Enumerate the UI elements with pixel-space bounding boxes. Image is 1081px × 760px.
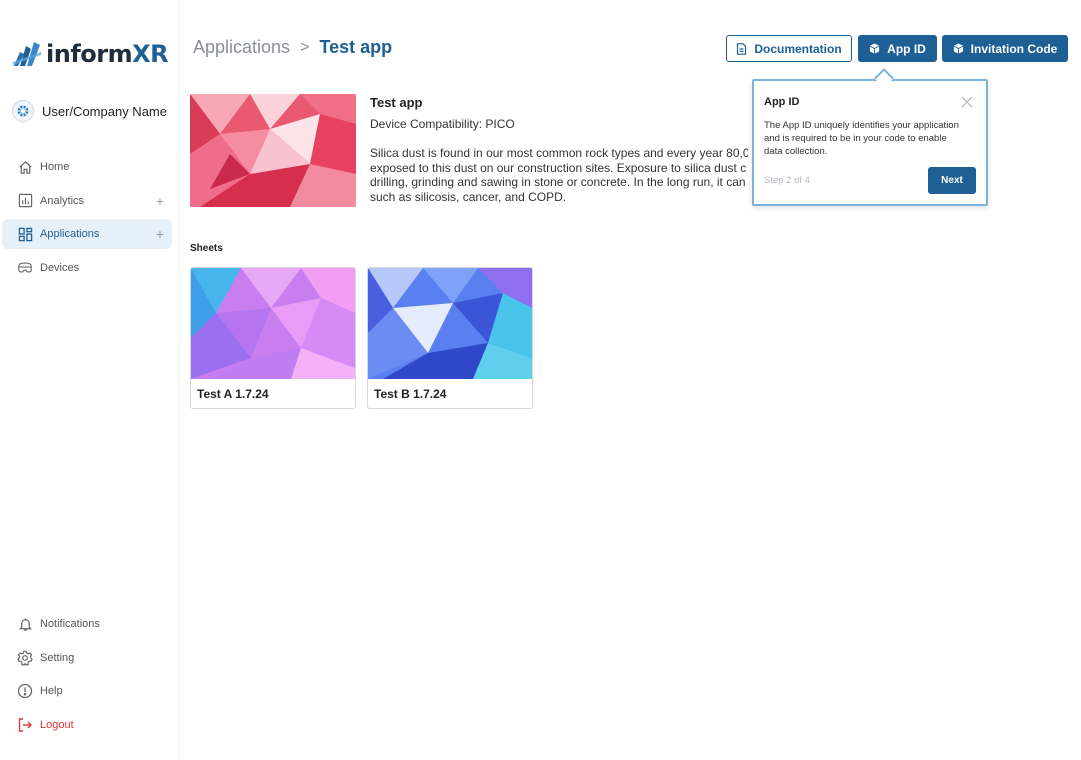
brand-logo[interactable]: informXR [12,40,169,68]
sheet-card[interactable]: Test A 1.7.24 [190,267,356,409]
cube-icon [953,43,964,54]
sheet-thumbnail [368,268,532,379]
app-id-button[interactable]: App ID [858,35,937,62]
sidebar-item-label: Analytics [40,194,85,207]
description-line: drilling, grinding and sawing in stone o… [370,175,746,189]
sidebar-item-home[interactable]: Home [2,152,172,182]
sidebar-item-label: Logout [40,718,74,731]
description-line: such as silicosis, cancer, and COPD. [370,189,567,204]
breadcrumb-applications-link[interactable]: Applications [193,37,290,58]
sidebar-item-label: Notifications [40,618,100,630]
breadcrumb: Applications > Test app [193,37,392,58]
popover-title: App ID [764,96,800,108]
next-button[interactable]: Next [928,167,976,194]
expand-applications-icon[interactable]: + [156,226,164,242]
popover-step-indicator: Step 2 of 4 [764,175,810,186]
document-icon [736,42,747,55]
help-icon [17,683,33,699]
sidebar-item-label: Help [40,685,63,697]
page-title: Test app [319,37,393,57]
sidebar-item-notifications[interactable]: Notifications [2,609,172,639]
popover-body: The App ID uniquely identifies your appl… [764,120,959,157]
sheet-thumbnail [191,268,355,379]
brand-name: informXR [46,40,169,68]
home-icon [17,159,33,175]
app-id-button-label: App ID [887,41,926,56]
documentation-button-label: Documentation [754,41,842,56]
sidebar-item-setting[interactable]: Setting [2,643,172,673]
description-line: Silica dust is found in our most common … [370,146,748,160]
description-line: exposed to this dust on our construction… [370,160,747,175]
device-compatibility: Device Compatibility: PICO [370,117,515,131]
devices-icon [17,260,33,276]
sidebar: informXR User/Company Name Home Analytic… [0,0,180,760]
documentation-button[interactable]: Documentation [726,35,852,62]
app-title: Test app [370,95,423,110]
sidebar-item-label: Setting [40,651,75,664]
analytics-icon [17,193,33,209]
user-profile[interactable]: User/Company Name [12,100,167,122]
logout-icon [17,717,33,733]
avatar [12,100,34,122]
sheets-heading: Sheets [190,243,223,254]
bottom-nav: Notifications Setting Help Logout [2,609,172,743]
close-icon[interactable] [960,95,974,109]
informxr-logo-icon [13,42,41,66]
sidebar-item-devices[interactable]: Devices [2,253,172,283]
sheet-card-title: Test A 1.7.24 [197,387,269,401]
sidebar-item-logout[interactable]: Logout [2,710,172,740]
breadcrumb-separator: > [300,38,310,56]
gear-icon [17,650,33,666]
user-name: User/Company Name [42,103,167,119]
sheet-card[interactable]: Test B 1.7.24 [367,267,533,409]
sidebar-item-label: Applications [40,228,100,240]
app-description: Silica dust is found in our most common … [370,146,748,204]
sidebar-item-label: Devices [40,261,80,274]
sheet-card-title: Test B 1.7.24 [374,387,447,401]
sidebar-item-label: Home [40,161,70,173]
sidebar-item-help[interactable]: Help [2,676,172,706]
app-id-tour-popover: App ID The App ID uniquely identifies yo… [752,79,988,206]
applications-icon [17,226,33,242]
app-cover-image [190,94,356,207]
sidebar-item-applications[interactable]: Applications + [2,219,172,249]
bell-icon [17,616,33,632]
expand-analytics-icon[interactable]: + [156,193,164,209]
main-nav: Home Analytics + Applications + Devices [2,152,172,286]
invitation-code-button-label: Invitation Code [970,41,1058,56]
company-avatar-icon [17,105,29,117]
cube-icon [869,43,880,54]
sidebar-item-analytics[interactable]: Analytics + [2,186,172,216]
invitation-code-button[interactable]: Invitation Code [942,35,1068,62]
